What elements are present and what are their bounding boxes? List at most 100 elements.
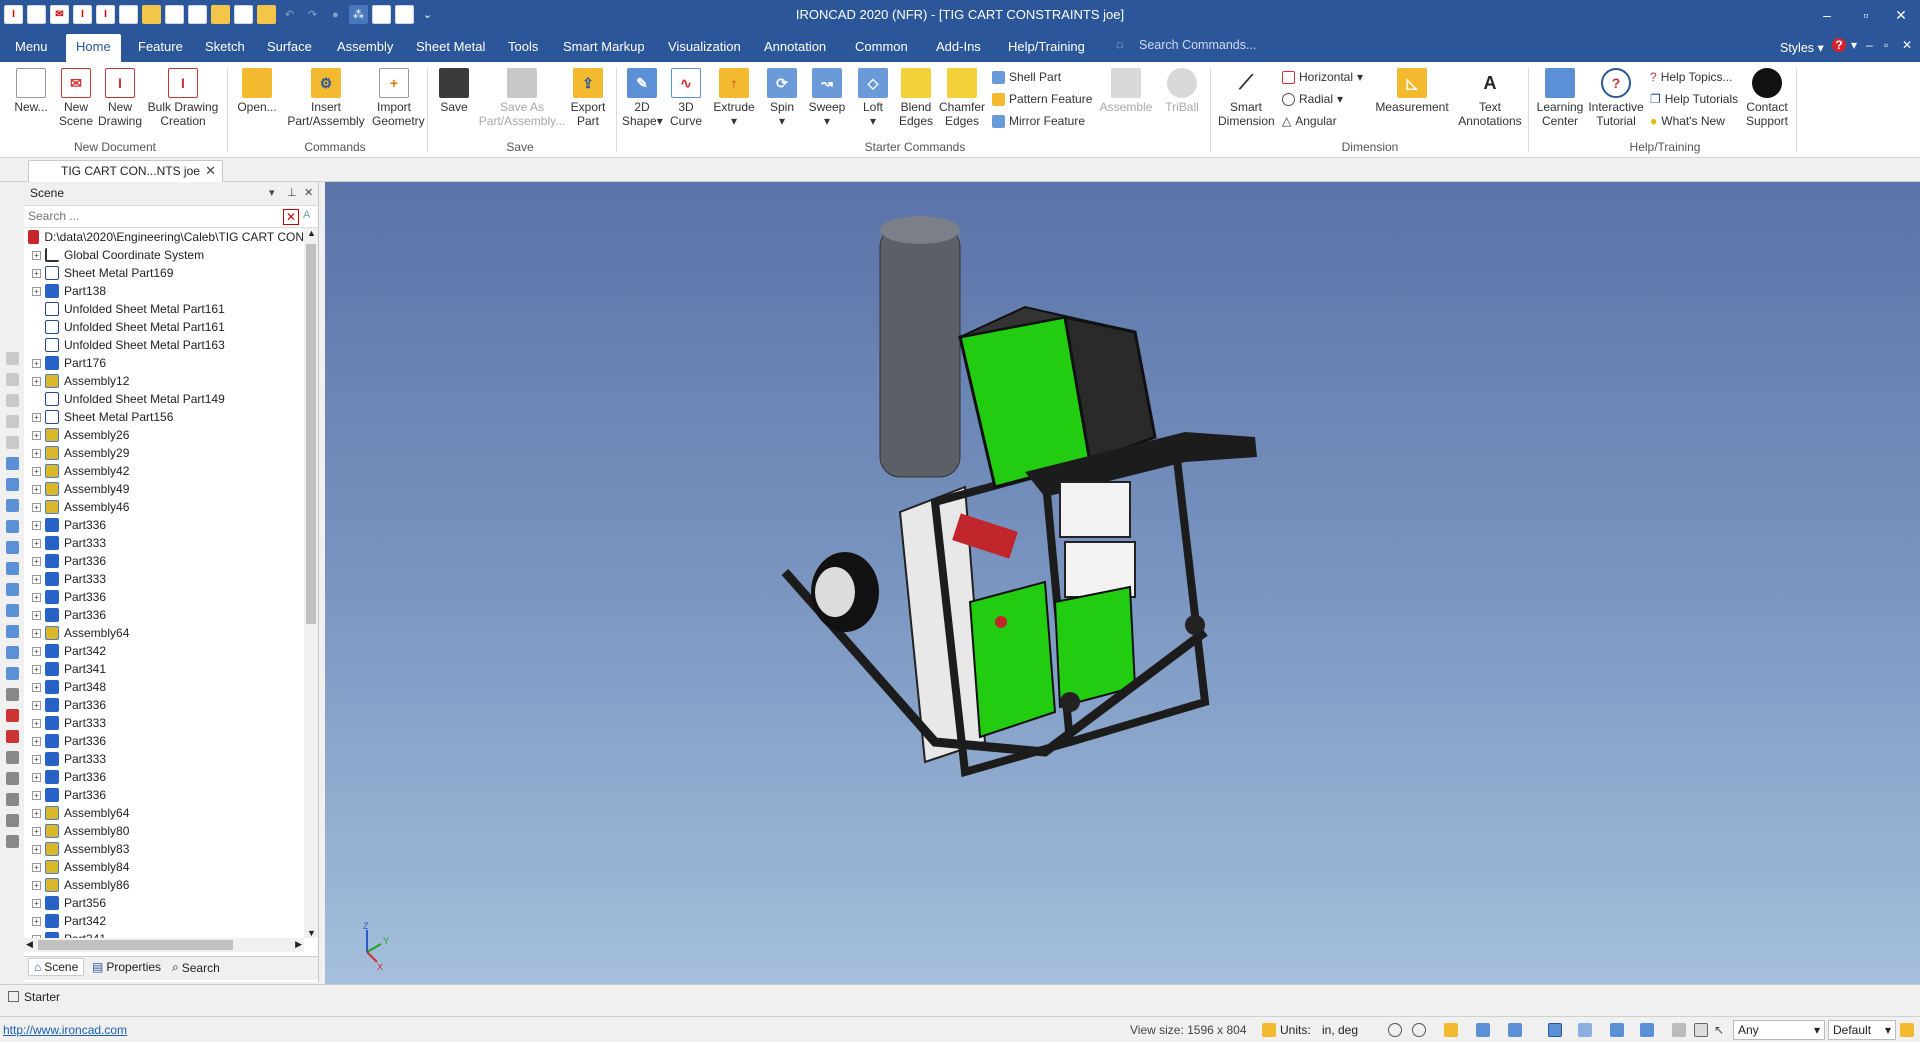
tree-item[interactable]: + Part176	[24, 354, 304, 372]
tree-item[interactable]: + Assembly26	[24, 426, 304, 444]
mirror-feature-button[interactable]: Mirror Feature	[992, 114, 1085, 128]
tree-item[interactable]: + Part356	[24, 894, 304, 912]
tree-item[interactable]: +Part341	[24, 930, 304, 938]
tree-item[interactable]: + Assembly29	[24, 444, 304, 462]
expand-icon[interactable]: +	[32, 628, 41, 638]
minimize-button[interactable]: –	[1812, 4, 1842, 26]
tree-item[interactable]: + Part342	[24, 642, 304, 660]
tab-visualization[interactable]: Visualization	[658, 34, 751, 62]
tool-icon[interactable]	[6, 436, 19, 449]
3d-viewport[interactable]: Z Y X	[325, 182, 1920, 984]
tree-item[interactable]: + Sheet Metal Part169	[24, 264, 304, 282]
tool-icon[interactable]	[6, 604, 19, 617]
expand-icon[interactable]: +	[32, 862, 41, 872]
tool-icon[interactable]	[6, 751, 19, 764]
tool-icon[interactable]	[6, 394, 19, 407]
tree-item[interactable]: + Part333	[24, 714, 304, 732]
expand-icon[interactable]: +	[32, 718, 41, 728]
expand-icon[interactable]: +	[32, 772, 41, 782]
shape-2d-button[interactable]: ✎ 2D Shape▾	[622, 68, 663, 128]
tree-item[interactable]: + Assembly12	[24, 372, 304, 390]
snap-icon[interactable]	[1578, 1023, 1592, 1037]
cursor-icon[interactable]	[1694, 1023, 1708, 1037]
scene-search-input[interactable]	[24, 206, 284, 226]
radial-dimension-button[interactable]: Radial ▾	[1282, 92, 1343, 106]
tool-icon[interactable]	[6, 520, 19, 533]
assemble-button[interactable]: Assemble	[1098, 68, 1154, 114]
panel-menu-icon[interactable]: ▾	[269, 182, 275, 204]
tree-item[interactable]: + Part336	[24, 588, 304, 606]
tree-item[interactable]: Unfolded Sheet Metal Part161	[24, 300, 304, 318]
tool-icon[interactable]	[6, 793, 19, 806]
help-dropdown-icon[interactable]: ▾	[1851, 38, 1857, 52]
horizontal-dimension-button[interactable]: Horizontal ▾	[1282, 70, 1363, 84]
tree-item[interactable]: + Assembly84	[24, 858, 304, 876]
tab-annotation[interactable]: Annotation	[754, 34, 836, 62]
tool-icon[interactable]	[6, 667, 19, 680]
tree-item[interactable]: + Sheet Metal Part156	[24, 408, 304, 426]
styles-dropdown[interactable]: Styles ▾	[1780, 40, 1824, 55]
tree-item[interactable]: + Part336	[24, 606, 304, 624]
expand-icon[interactable]: +	[32, 466, 41, 476]
expand-icon[interactable]: +	[32, 376, 41, 386]
pattern-feature-button[interactable]: Pattern Feature	[992, 92, 1092, 106]
tree-item[interactable]: + Assembly80	[24, 822, 304, 840]
expand-icon[interactable]: +	[32, 286, 41, 296]
tab-sheet-metal[interactable]: Sheet Metal	[406, 34, 495, 62]
tab-scene[interactable]: ⌂ Scene	[28, 958, 85, 976]
radial-dropdown-icon[interactable]: ▾	[1337, 92, 1343, 106]
spin-button[interactable]: ⟳ Spin ▾	[764, 68, 800, 128]
insert-part-button[interactable]: ⚙ Insert Part/Assembly	[284, 68, 368, 128]
expand-icon[interactable]: +	[32, 520, 41, 530]
tab-menu[interactable]: Menu	[5, 34, 58, 62]
measurement-button[interactable]: ◺ Measurement	[1372, 68, 1452, 114]
tree-item[interactable]: + Assembly49	[24, 480, 304, 498]
blend-edges-button[interactable]: Blend Edges	[896, 68, 936, 128]
tree-root[interactable]: D:\data\2020\Engineering\Caleb\TIG CART …	[24, 228, 304, 246]
shading-icon[interactable]	[1610, 1023, 1624, 1037]
tree-item[interactable]: + Assembly64	[24, 804, 304, 822]
expand-icon[interactable]: +	[32, 880, 41, 890]
help-icon[interactable]: ?	[1832, 38, 1846, 52]
tool-icon[interactable]	[6, 541, 19, 554]
contact-support-button[interactable]: Contact Support	[1744, 68, 1790, 128]
tab-assembly[interactable]: Assembly	[327, 34, 403, 62]
tool-icon[interactable]	[6, 625, 19, 638]
expand-icon[interactable]: +	[32, 358, 41, 368]
tree-item[interactable]: Unfolded Sheet Metal Part149	[24, 390, 304, 408]
command-search-input[interactable]: Search Commands...	[1139, 38, 1256, 52]
close-button[interactable]: ✕	[1886, 4, 1916, 26]
tree-item[interactable]: + Part336	[24, 552, 304, 570]
tool-icon[interactable]	[6, 772, 19, 785]
expand-icon[interactable]: +	[32, 610, 41, 620]
expand-icon[interactable]: +	[32, 268, 41, 278]
doc-minimize-icon[interactable]: –	[1866, 38, 1873, 52]
scroll-up-icon[interactable]: ▲	[307, 228, 316, 238]
render-mode-icon[interactable]	[1476, 1023, 1490, 1037]
sweep-button[interactable]: ↝ Sweep ▾	[806, 68, 848, 128]
tool-icon[interactable]	[6, 478, 19, 491]
loft-dropdown-icon[interactable]: ▾	[856, 114, 890, 128]
scroll-down-icon[interactable]: ▼	[307, 928, 316, 938]
tig-cart-model[interactable]	[325, 182, 1920, 984]
tool-icon[interactable]	[6, 814, 19, 827]
clear-search-icon[interactable]: ✕	[283, 209, 299, 225]
expand-icon[interactable]: +	[32, 736, 41, 746]
tree-item[interactable]: + Part348	[24, 678, 304, 696]
help-topics-button[interactable]: ? Help Topics...	[1650, 70, 1733, 84]
expand-icon[interactable]: +	[32, 898, 41, 908]
tab-sketch[interactable]: Sketch	[195, 34, 255, 62]
save-button[interactable]: Save	[434, 68, 474, 114]
tab-home[interactable]: Home	[66, 34, 121, 62]
tool-icon[interactable]	[6, 373, 19, 386]
triball-button[interactable]: TriBall	[1160, 68, 1204, 114]
filter-select[interactable]: Any ▾	[1733, 1020, 1825, 1040]
expand-icon[interactable]: +	[32, 484, 41, 494]
tool-icon[interactable]	[6, 499, 19, 512]
status-extra-icon[interactable]	[1900, 1023, 1914, 1037]
tab-common[interactable]: Common	[845, 34, 918, 62]
close-icon[interactable]: ✕	[304, 182, 313, 204]
tree-item[interactable]: + Assembly42	[24, 462, 304, 480]
smart-dimension-button[interactable]: ⟋ Smart Dimension	[1218, 68, 1275, 128]
tree-item[interactable]: + Part336	[24, 516, 304, 534]
